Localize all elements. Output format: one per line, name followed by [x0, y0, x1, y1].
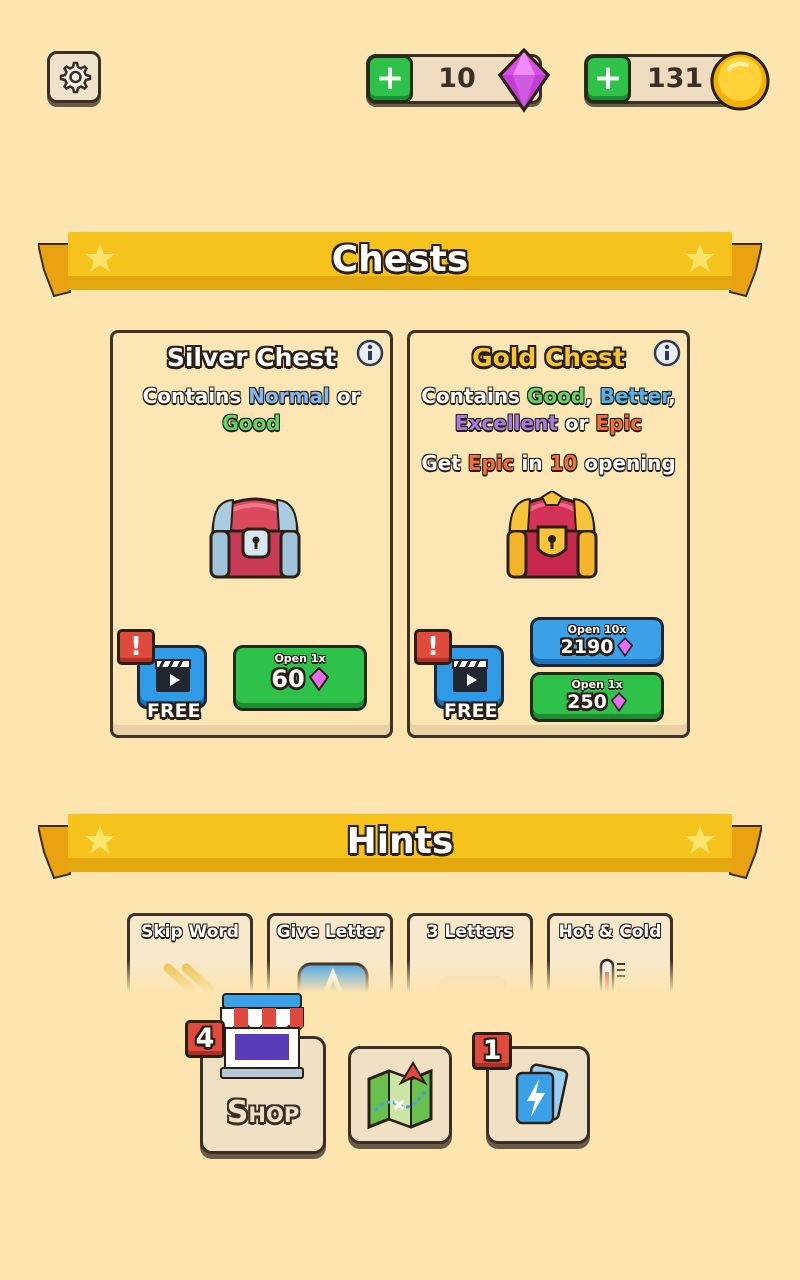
- hint-label: Give Letter: [276, 922, 384, 942]
- silver-chest-title: Silver Chest: [166, 343, 337, 372]
- gold-open-1x-price: 250: [567, 691, 627, 713]
- hints-title: Hints: [346, 821, 454, 862]
- silver-alert-badge: !: [117, 629, 155, 665]
- gem-icon: [498, 47, 550, 113]
- silver-free-label: FREE: [147, 700, 201, 722]
- gold-alert-badge: !: [414, 629, 452, 665]
- gold-open-10x-price-value: 2190: [560, 636, 614, 658]
- hint-label: Skip Word: [141, 922, 239, 942]
- hints-fade-overlay: [120, 960, 680, 996]
- chests-ribbon: Chests: [38, 230, 762, 302]
- add-gems-button[interactable]: +: [367, 55, 413, 103]
- silver-chest-description: Contains Normal or Good: [142, 384, 361, 435]
- coin-amount: 131: [646, 63, 704, 94]
- gear-icon: [59, 61, 92, 94]
- gold-open-10x-button[interactable]: Open 10x 2190: [530, 617, 664, 667]
- gold-chest-epic-note: Get Epic in 10 opening: [421, 451, 676, 475]
- chests-title: Chests: [331, 239, 469, 280]
- info-icon[interactable]: [356, 339, 384, 367]
- coin-counter: + 131: [584, 51, 770, 111]
- gold-chest-description: Contains Good, Better, Excellent or Epic: [421, 384, 676, 435]
- coin-icon: [710, 51, 770, 111]
- info-icon[interactable]: [653, 339, 681, 367]
- gold-free-label: FREE: [444, 700, 498, 722]
- map-button[interactable]: [348, 1046, 452, 1144]
- gold-open-1x-price-value: 250: [567, 691, 607, 713]
- shop-label: Shop: [226, 1095, 300, 1130]
- open-1x-label: Open 1x: [571, 678, 623, 691]
- gem-counter: + 10: [366, 47, 550, 113]
- add-coins-button[interactable]: +: [585, 55, 631, 103]
- silver-price-value: 60: [271, 665, 305, 693]
- hints-ribbon: Hints: [38, 812, 762, 884]
- gold-chest-icon: [506, 491, 598, 579]
- shop-badge: 4: [185, 1020, 225, 1058]
- open-10x-label: Open 10x: [567, 623, 627, 636]
- gem-amount: 10: [438, 63, 476, 94]
- open-1x-label: Open 1x: [274, 652, 326, 665]
- silver-chest-icon: [209, 497, 301, 579]
- gold-open-1x-button[interactable]: Open 1x 250: [530, 672, 664, 722]
- gold-open-10x-price: 2190: [561, 636, 634, 658]
- silver-price: 60: [271, 665, 329, 693]
- silver-open-1x-button[interactable]: Open 1x 60: [233, 645, 367, 711]
- cards-icon: [515, 1063, 569, 1125]
- gem-icon: [308, 667, 329, 691]
- gem-icon: [617, 637, 634, 657]
- hint-label: 3 Letters: [426, 922, 514, 942]
- cards-badge: 1: [472, 1032, 512, 1070]
- map-icon: [367, 1061, 433, 1130]
- gold-chest-title: Gold Chest: [472, 343, 625, 372]
- hint-label: Hot & Cold: [558, 922, 662, 942]
- gem-icon: [610, 692, 627, 712]
- settings-button[interactable]: [47, 51, 101, 103]
- shop-stall-icon: [220, 993, 304, 1079]
